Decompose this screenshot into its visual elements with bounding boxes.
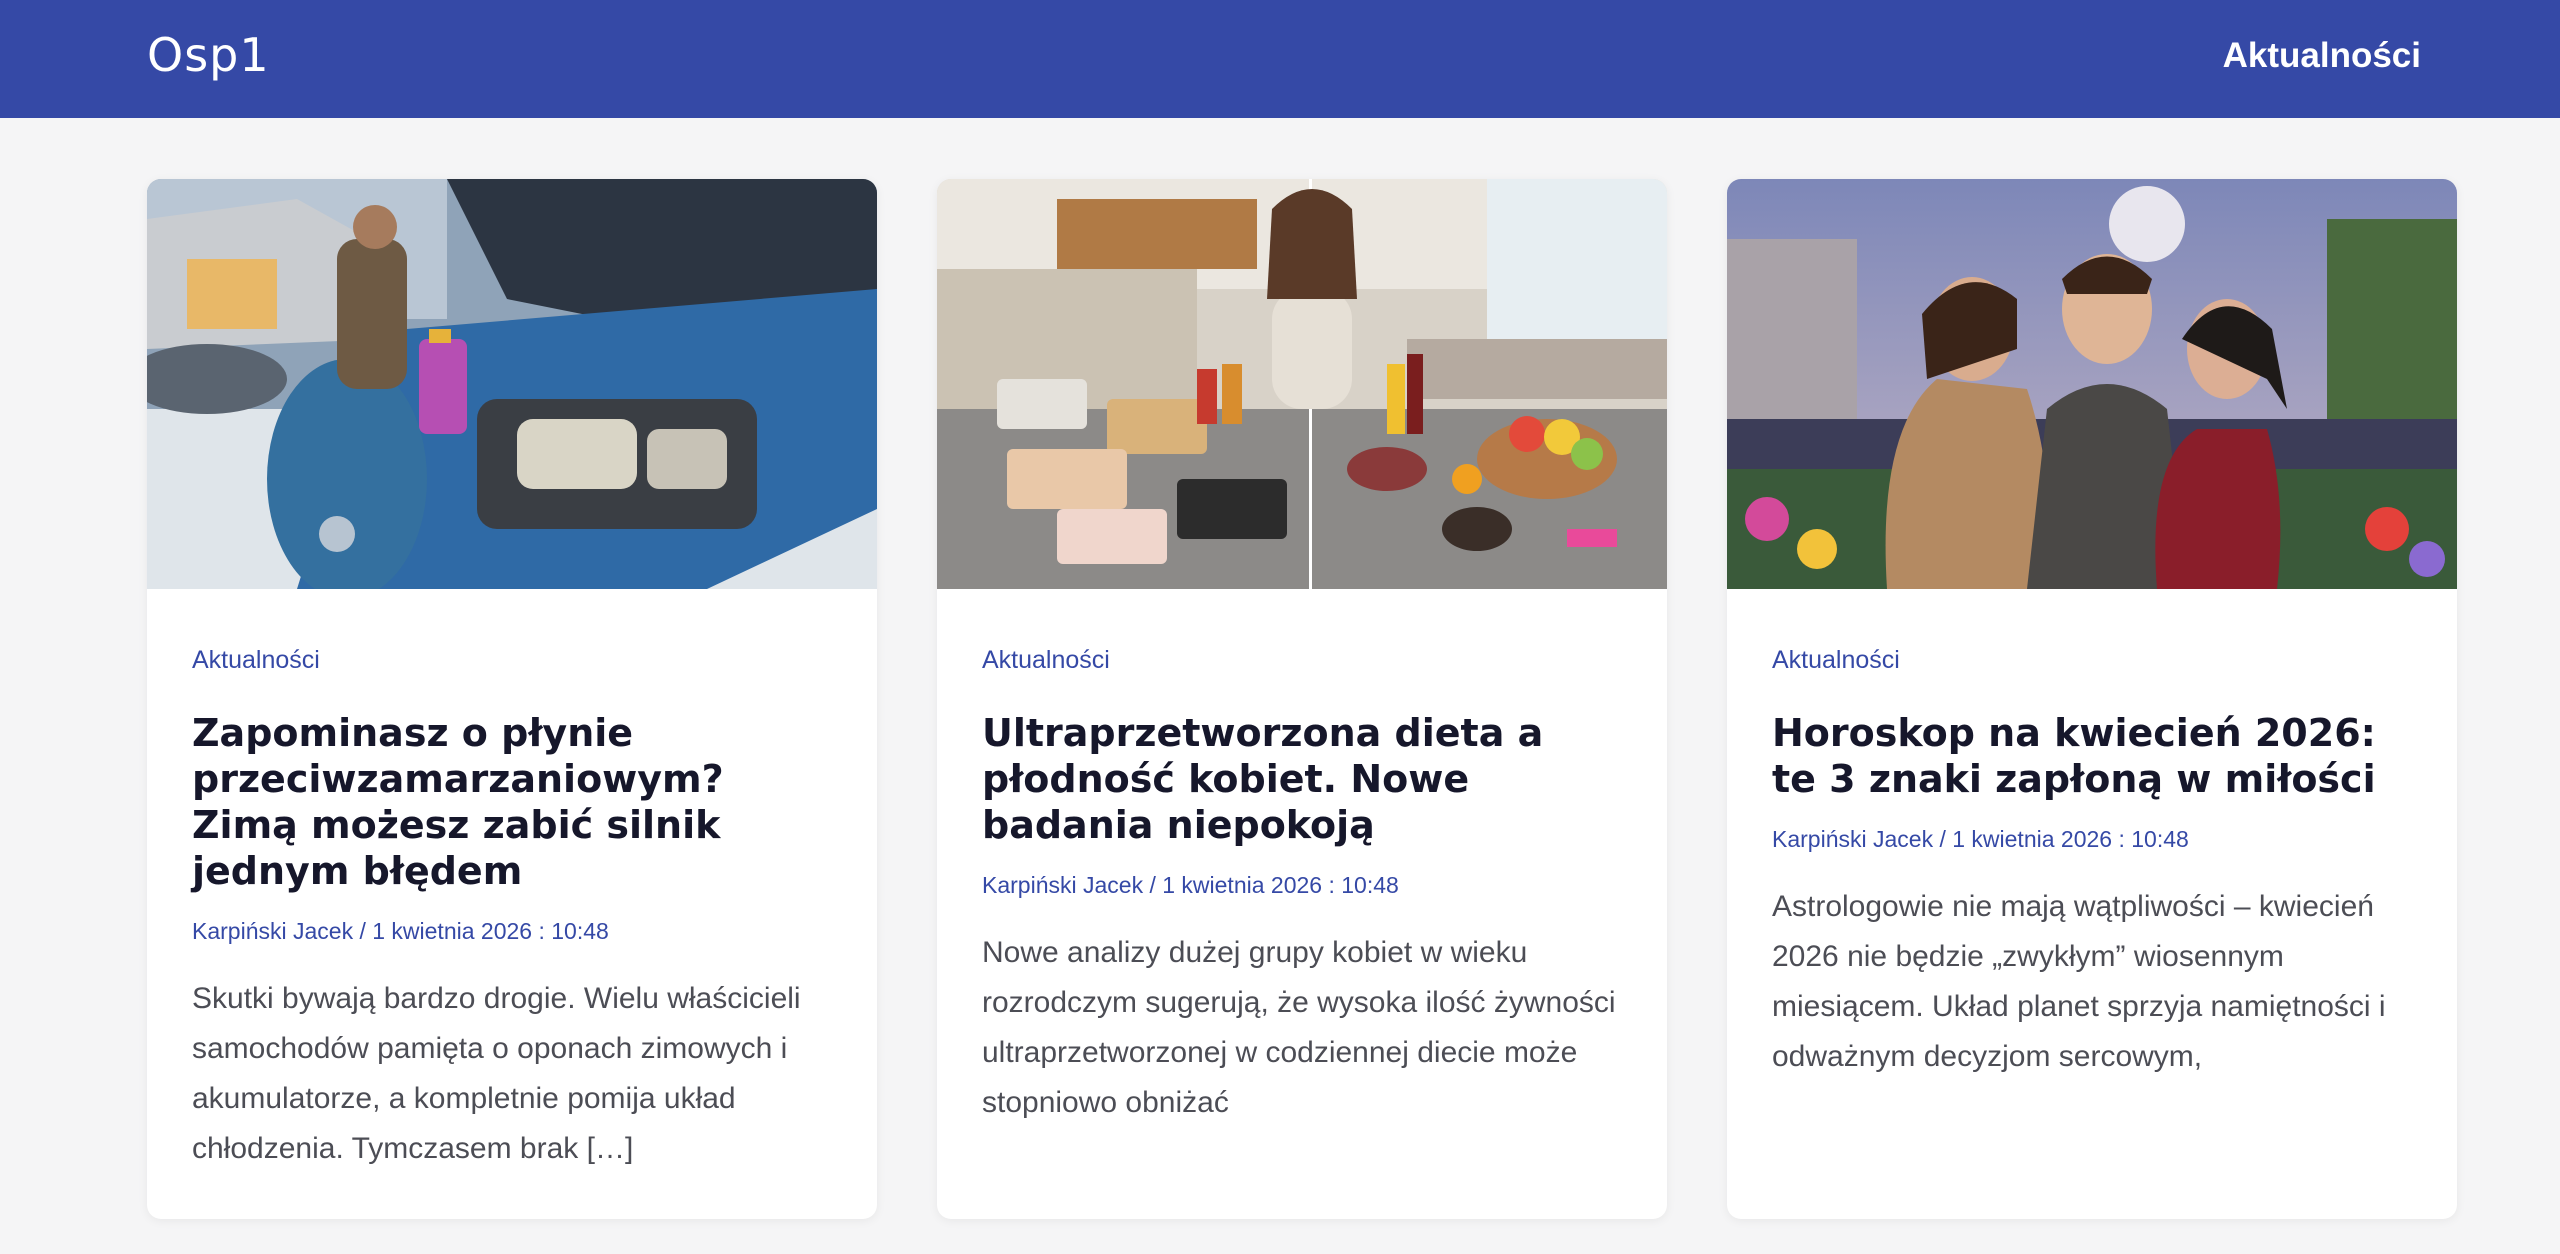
processed-food-photo[interactable] [937,179,1667,589]
site-logo[interactable]: Osp1 [147,28,270,82]
article-card-2[interactable]: Aktualności Ultraprzetworzona dieta a pł… [937,179,1667,1219]
car-engine-photo[interactable] [147,179,877,589]
article-excerpt: Astrologowie nie mają wątpliwości – kwie… [1772,890,2386,1073]
article-body: Aktualności Zapominasz o płynie przeciwz… [192,646,837,1174]
article-title[interactable]: Horoskop na kwiecień 2026: te 3 znaki za… [1772,710,2417,802]
article-title[interactable]: Zapominasz o płynie przeciwzamarzaniowym… [192,710,837,894]
article-excerpt: Nowe analizy dużej grupy kobiet w wieku … [982,936,1616,1119]
article-body: Aktualności Ultraprzetworzona dieta a pł… [982,646,1627,1128]
article-title[interactable]: Ultraprzetworzona dieta a płodność kobie… [982,710,1627,848]
article-meta[interactable]: Karpiński Jacek / 1 kwietnia 2026 : 10:4… [982,870,1627,900]
article-excerpt: Skutki bywają bardzo drogie. Wielu właśc… [192,982,801,1165]
article-body: Aktualności Horoskop na kwiecień 2026: t… [1772,646,2417,1082]
category-link[interactable]: Aktualności [1772,646,2417,675]
nav-link-aktualnosci[interactable]: Aktualności [2223,36,2421,76]
romantic-couple-photo[interactable] [1727,179,2457,589]
article-meta[interactable]: Karpiński Jacek / 1 kwietnia 2026 : 10:4… [1772,824,2417,854]
top-navigation-bar: Osp1 Aktualności [0,0,2560,118]
article-card-3[interactable]: Aktualności Horoskop na kwiecień 2026: t… [1727,179,2457,1219]
article-meta[interactable]: Karpiński Jacek / 1 kwietnia 2026 : 10:4… [192,916,837,946]
article-card-1[interactable]: Aktualności Zapominasz o płynie przeciwz… [147,179,877,1219]
category-link[interactable]: Aktualności [982,646,1627,675]
category-link[interactable]: Aktualności [192,646,837,675]
